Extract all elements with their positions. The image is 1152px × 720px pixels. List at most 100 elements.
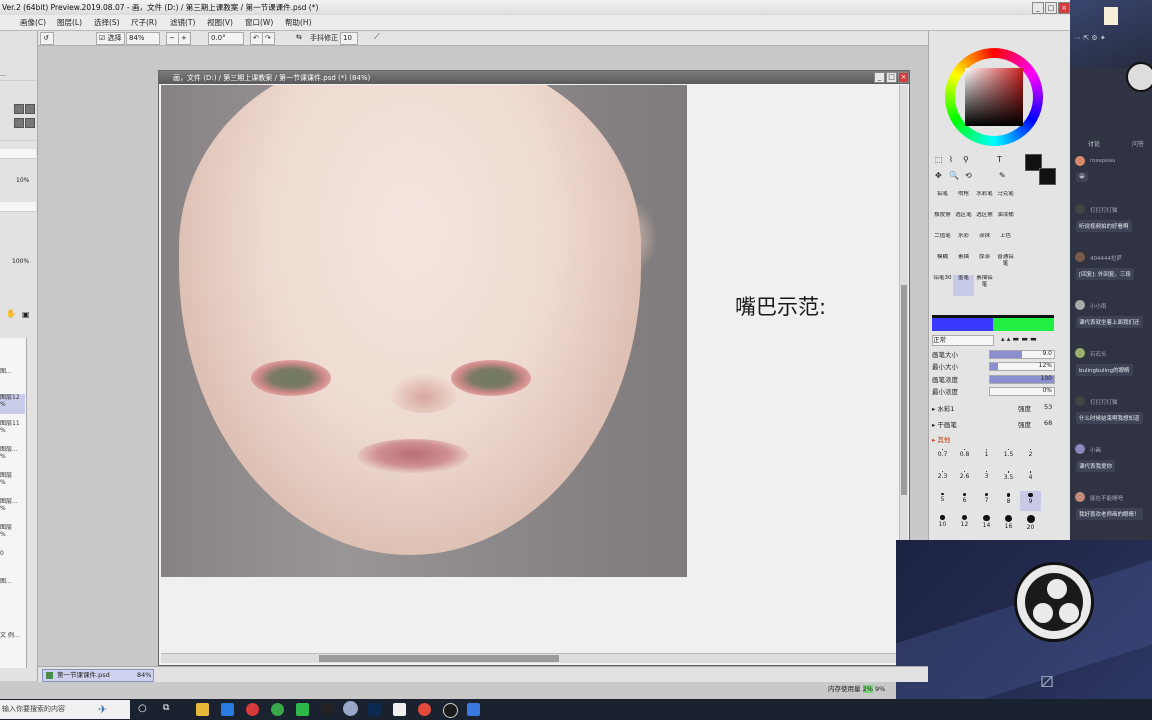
doc-close-button[interactable]: × (898, 72, 909, 83)
other-section[interactable]: ▸ 其他 (932, 434, 1054, 444)
brush-tool[interactable]: 水彩 (953, 233, 974, 254)
brush-size-option[interactable]: 9 (1020, 491, 1041, 511)
stabilizer-select[interactable]: 10 (340, 32, 358, 45)
prop-min-size[interactable]: 最小大小 12% (932, 361, 1055, 371)
menu-layer[interactable]: 图层(L) (57, 17, 82, 28)
capture-icon[interactable] (467, 703, 480, 716)
mail-icon[interactable] (221, 703, 234, 716)
brush-size-option[interactable]: 10 (932, 513, 953, 533)
chat-avatar[interactable] (1075, 444, 1085, 454)
brush-tool[interactable]: 厚涂 (974, 254, 995, 275)
layer-item[interactable]: 图层% (0, 472, 25, 490)
layer-add-icon[interactable] (14, 104, 24, 114)
prop-slider[interactable]: 12% (989, 362, 1055, 371)
chat-avatar[interactable] (1075, 156, 1085, 166)
layer-item[interactable]: 图层11% (0, 420, 25, 438)
menu-window[interactable]: 窗口(W) (245, 17, 273, 28)
wechat-icon[interactable] (296, 703, 309, 716)
lasso-icon[interactable]: ⌇ (949, 155, 953, 164)
brush-size-option[interactable]: 0.8 (954, 447, 975, 467)
browser-360-icon[interactable] (271, 703, 284, 716)
move-icon[interactable]: ✥ (935, 171, 942, 180)
menu-filter[interactable]: 滤镜(T) (170, 17, 195, 28)
eyedropper-icon[interactable]: ✎ (999, 171, 1006, 180)
texture-row-2[interactable]: ▸ 干画笔 强度 68 (932, 419, 1054, 429)
brush-tool[interactable]: 铅笔 (932, 191, 953, 212)
brush-tool[interactable]: 涂抹 (974, 233, 995, 254)
brush-size-option[interactable]: 2.6 (954, 469, 975, 489)
task-view-icon[interactable]: ⧉ (163, 703, 169, 713)
brush-size-option[interactable]: 1.5 (998, 447, 1019, 467)
chat-header-icons[interactable]: ⋯ ⇱ ⚙ ✦ (1074, 34, 1106, 42)
prop-slider[interactable]: 9.0 (989, 350, 1055, 359)
brush-tool[interactable]: 水彩笔 (974, 191, 995, 212)
cortana-icon[interactable]: ○ (138, 703, 147, 714)
doc-minimize-button[interactable]: _ (874, 72, 885, 83)
menu-help[interactable]: 帮助(H) (285, 17, 312, 28)
close-button[interactable]: × (1058, 2, 1070, 14)
brush-size-option[interactable]: 12 (954, 513, 975, 533)
brush-tool[interactable]: 橡皮擦 (932, 212, 953, 233)
zoom-icon[interactable]: 🔍 (949, 171, 959, 180)
brush-size-option[interactable]: 8 (998, 491, 1019, 511)
chat-username[interactable]: 打打打打猫 (1090, 206, 1152, 214)
layer-mask-icon[interactable] (14, 118, 24, 128)
brush-size-option[interactable]: 5 (932, 491, 953, 511)
brush-tool[interactable]: 普通铅笔 (995, 254, 1016, 275)
rotate-icon[interactable]: ⟲ (965, 171, 972, 180)
brush-tool[interactable]: 墨笔 (953, 275, 974, 296)
notepad-icon[interactable] (393, 703, 406, 716)
select-rect-icon[interactable]: ⬚ (935, 155, 943, 164)
layer-item[interactable]: 图... (0, 578, 25, 585)
flip-icon[interactable]: ⇆ (296, 33, 302, 41)
secondary-color-swatch[interactable] (1039, 168, 1056, 185)
brush-size-option[interactable]: 4 (1020, 469, 1041, 489)
brush-tool[interactable]: 二值笔 (932, 233, 953, 254)
layer-item[interactable]: 0 (0, 550, 25, 557)
brush-tool[interactable]: 模糊 (932, 254, 953, 275)
brush-tool[interactable]: 选区擦 (974, 212, 995, 233)
layer-folder-icon[interactable]: ▣ (22, 310, 30, 319)
qq-icon[interactable] (321, 703, 334, 716)
layer-item[interactable]: 图层...% (0, 446, 25, 464)
pen-icon[interactable]: ⟋ (374, 32, 380, 42)
brush-size-option[interactable]: 7 (976, 491, 997, 511)
chrome-icon[interactable] (418, 703, 431, 716)
brush-tool[interactable]: 素描铅笔 (974, 275, 995, 296)
chat-avatar[interactable] (1075, 252, 1085, 262)
rotate-reset-icon[interactable]: ↺ (40, 32, 54, 45)
menu-view[interactable]: 视图(V) (207, 17, 233, 28)
brush-size-option[interactable]: 3.5 (998, 469, 1019, 489)
hand-icon[interactable]: ✋ (6, 309, 16, 318)
chat-username[interactable]: 小画 (1090, 446, 1152, 454)
brush-tool[interactable]: 喷枪 (953, 191, 974, 212)
horizontal-scrollbar[interactable] (161, 653, 899, 663)
chat-avatar[interactable] (1075, 396, 1085, 406)
doc-maximize-button[interactable]: □ (886, 72, 897, 83)
sai-icon[interactable] (343, 701, 358, 716)
layer-merge-icon[interactable] (25, 118, 35, 128)
layer-item[interactable]: 图... (0, 368, 25, 375)
horizontal-scroll-thumb[interactable] (319, 655, 559, 662)
texture-row-1[interactable]: ▸ 水彩1 强度 53 (932, 403, 1054, 413)
brush-size-option[interactable]: 6 (954, 491, 975, 511)
brush-shape-icons[interactable]: ▴ ▴ ▬ ▬ ▬ (1001, 335, 1037, 343)
zoom-in-button[interactable]: + (178, 32, 191, 45)
assistant-icon[interactable]: ✈ (98, 700, 107, 719)
menu-image[interactable]: 画像(C) (20, 17, 46, 28)
netease-music-icon[interactable] (246, 703, 259, 716)
brush-tool[interactable]: 上色 (995, 233, 1016, 254)
brush-tool[interactable]: 选区笔 (953, 212, 974, 233)
brush-size-option[interactable]: 16 (998, 513, 1019, 533)
saturation-value-square[interactable] (965, 68, 1023, 126)
brush-size-option[interactable]: 14 (976, 513, 997, 533)
photoshop-icon[interactable] (368, 703, 381, 716)
file-explorer-icon[interactable] (196, 703, 209, 716)
layer-delete-icon[interactable] (25, 104, 35, 114)
brush-size-option[interactable]: 1 (976, 447, 997, 467)
chat-avatar[interactable] (1075, 492, 1085, 502)
prop-min-density[interactable]: 最小浓度 0% (932, 386, 1055, 396)
chat-avatar[interactable] (1075, 348, 1085, 358)
prop-brush-density[interactable]: 画笔浓度 100 (932, 374, 1055, 384)
chat-username[interactable]: 石石头 (1090, 350, 1152, 358)
